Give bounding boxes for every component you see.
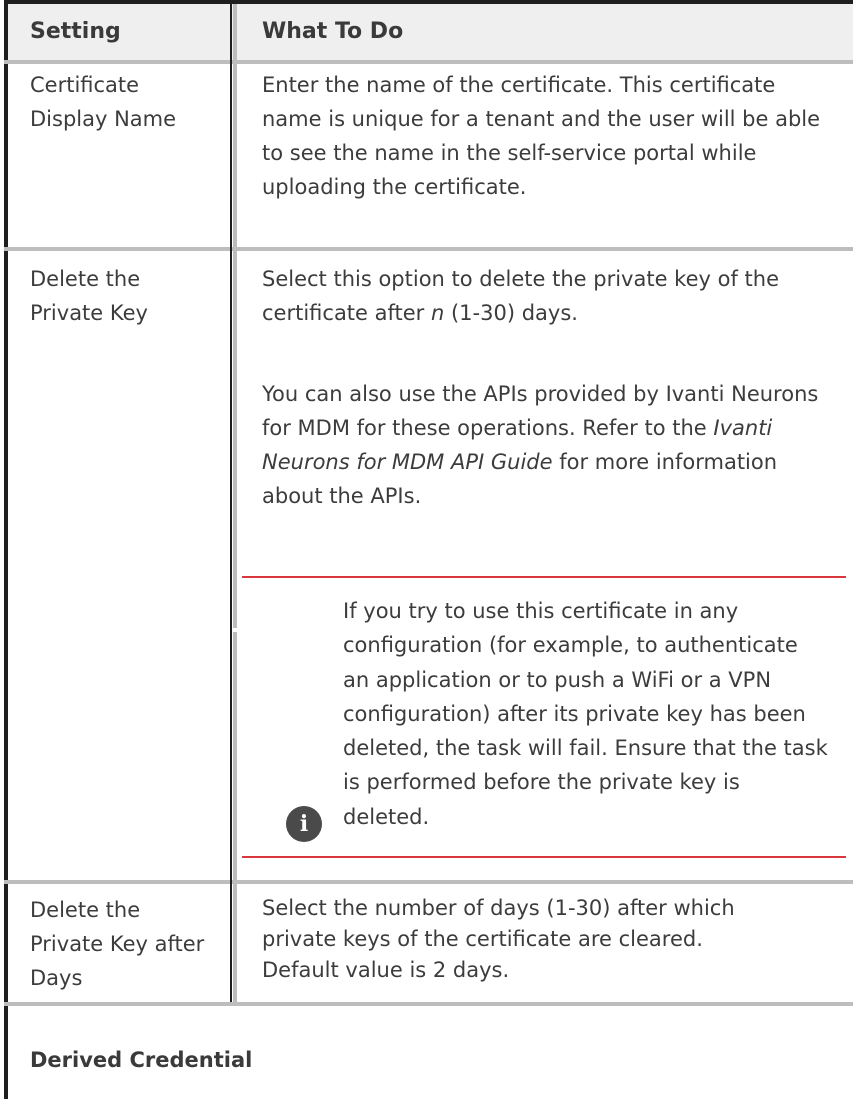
row-divider xyxy=(4,880,853,884)
description-certificate-display-name: Enter the name of the certificate. This … xyxy=(262,73,821,199)
column-divider xyxy=(233,4,237,628)
column-divider-dark xyxy=(230,0,232,1002)
note-top-rule xyxy=(242,576,846,578)
header-what-to-do: What To Do xyxy=(262,19,404,44)
column-divider xyxy=(233,632,237,1002)
row-divider xyxy=(4,247,853,251)
description-delete-private-key-after-days: Select the number of days (1-30) after w… xyxy=(262,896,735,982)
row-divider xyxy=(4,60,853,64)
table-left-border xyxy=(4,0,8,1099)
row-divider xyxy=(4,1002,853,1006)
description-delete-private-key: Select this option to delete the private… xyxy=(262,267,780,325)
note-bottom-rule xyxy=(242,856,846,858)
info-icon: i xyxy=(286,806,322,842)
setting-delete-private-key: Delete the Private Key xyxy=(30,267,148,325)
header-setting: Setting xyxy=(30,19,121,44)
settings-table: Setting What To Do Certificate Display N… xyxy=(4,0,853,1099)
note-text: If you try to use this certificate in an… xyxy=(343,599,828,829)
setting-certificate-display-name: Certificate Display Name xyxy=(30,73,177,131)
variable-n: n xyxy=(431,301,445,325)
table-header-row xyxy=(8,4,853,60)
document-page: Setting What To Do Certificate Display N… xyxy=(0,0,853,1099)
setting-delete-private-key-after-days: Delete the Private Key after Days xyxy=(30,898,205,990)
section-derived-credential: Derived Credential xyxy=(30,1048,253,1072)
api-note-paragraph: You can also use the APIs provided by Iv… xyxy=(262,382,819,508)
